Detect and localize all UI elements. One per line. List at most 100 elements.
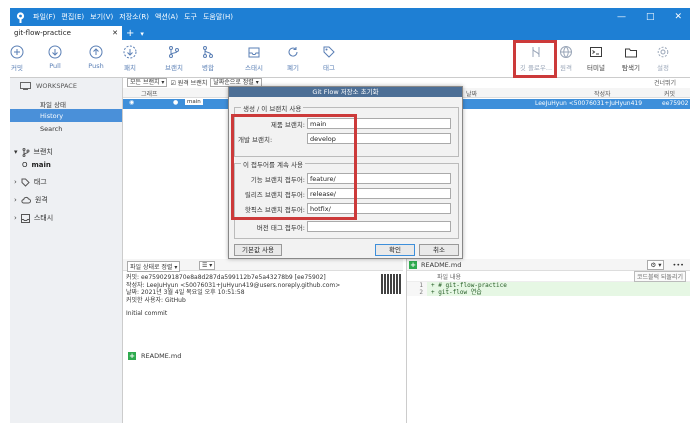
commit-author-line: 작성자: LeeJuHyun <50076031+JuHyun419@users… — [126, 281, 341, 289]
sidebar-section-tags[interactable]: › 태그 — [10, 171, 122, 189]
commit-message: Initial commit — [126, 310, 168, 317]
settings-label: 설정 — [657, 64, 669, 72]
workspace-header: WORKSPACE — [20, 82, 114, 90]
current-branch-marker: O — [22, 161, 28, 169]
cancel-button[interactable]: 취소 — [419, 244, 459, 256]
show-remote-label: 원격 브랜치 — [177, 80, 208, 87]
show-remote-checkbox[interactable]: ☑ 원격 브랜치 — [170, 78, 207, 88]
menu-view[interactable]: 보기(V) — [90, 12, 113, 22]
stash-label: 스태시 — [245, 64, 263, 72]
pull-button[interactable]: Pull — [35, 45, 75, 70]
version-tag-prefix-label: 버전 태그 접두어: — [256, 223, 305, 232]
changed-file-item[interactable]: + README.md — [128, 352, 181, 360]
use-defaults-button[interactable]: 기본값 사용 — [234, 244, 282, 256]
diff-header: + README.md ⚙ ▾ ••• — [407, 259, 690, 271]
diff-actions: ⚙ ▾ ••• — [647, 259, 684, 270]
fetch-label: 패치 — [124, 64, 136, 72]
sidebar-item-search[interactable]: Search — [10, 122, 122, 135]
sidebar-section-stashes[interactable]: › 스태시 — [10, 207, 122, 225]
sidebar-section-label: 원격 — [34, 196, 48, 204]
skip-label: 건너뛰기 — [654, 80, 677, 87]
menu-help[interactable]: 도움말(H) — [203, 12, 233, 22]
more-options-icon[interactable]: ••• — [672, 261, 684, 269]
tab-close-icon[interactable]: ✕ — [112, 29, 118, 37]
col-date[interactable]: 날짜 — [466, 89, 477, 98]
menu-tools[interactable]: 도구 — [184, 12, 197, 22]
maximize-icon[interactable]: □ — [646, 12, 655, 22]
ok-button[interactable]: 확인 — [375, 244, 415, 256]
chevron-right-icon: › — [14, 214, 17, 222]
file-sort-select[interactable]: 파일 상태로 정렬 ▾ — [127, 261, 181, 272]
line-text: + # git-flow-practice — [427, 282, 690, 289]
file-sort-value: 파일 상태로 정렬 — [130, 264, 173, 271]
changed-file-name: README.md — [141, 352, 182, 360]
list-view-select[interactable]: ☰ ▾ — [199, 261, 216, 270]
title-bar: 파일(F) 편집(E) 보기(V) 저장소(R) 액션(A) 도구 도움말(H)… — [10, 8, 690, 26]
version-tag-prefix-row: 버전 태그 접두어: — [237, 221, 451, 232]
commit-hash: ee75902 — [662, 100, 689, 107]
monitor-icon — [20, 82, 31, 90]
line-number: 1 — [407, 282, 427, 289]
tag-button[interactable]: 태그 — [309, 45, 349, 72]
fetch-button[interactable]: 패치 — [110, 45, 150, 72]
sidebar-item-history[interactable]: History — [10, 109, 122, 122]
sidebar-item-file-status[interactable]: 파일 상태 — [10, 96, 122, 109]
toolbar: 커밋 Pull Push 패치 브랜치 병합 스태시 폐기 태그 깃 플로우..… — [10, 40, 690, 78]
commit-author: LeeJuHyun <50076031+JuHyun419 — [535, 100, 643, 107]
new-tab-button[interactable]: + — [126, 28, 134, 40]
commit-dot-icon: ◉ — [129, 99, 135, 106]
branch-icon — [22, 147, 30, 157]
diff-lines: 1 + # git-flow-practice 2 + git-flow 연습 — [407, 282, 690, 296]
menu-repository[interactable]: 저장소(R) — [119, 12, 149, 22]
window-controls: — □ ✕ — [617, 8, 682, 26]
remote-label: 원격 — [560, 64, 572, 72]
menu-file[interactable]: 파일(F) — [33, 12, 55, 22]
discard-button[interactable]: 폐기 — [273, 45, 313, 72]
sidebar-section-label: 브랜치 — [33, 148, 53, 156]
sidebar-section-branches[interactable]: ▾ 브랜치 — [10, 141, 122, 159]
merge-button[interactable]: 병합 — [188, 45, 228, 72]
branch-icon — [169, 46, 179, 58]
settings-button[interactable]: 설정 — [643, 45, 683, 72]
hunk-label: 파일 내용 — [437, 273, 461, 281]
arrow-down-circle-icon — [48, 45, 62, 59]
push-label: Push — [88, 62, 104, 70]
menu-edit[interactable]: 편집(E) — [61, 12, 84, 22]
diff-options-button[interactable]: ⚙ ▾ — [647, 259, 665, 270]
sidebar-section-remotes[interactable]: › 원격 — [10, 189, 122, 207]
minimize-icon[interactable]: — — [617, 12, 626, 22]
version-tag-prefix-input[interactable] — [307, 221, 451, 232]
chevron-right-icon: › — [14, 196, 17, 204]
terminal-button[interactable]: 터미널 — [576, 45, 616, 72]
globe-icon — [560, 46, 572, 58]
file-added-icon: + — [409, 260, 417, 269]
branch-filter-select[interactable]: 모든 브랜치 ▾ — [127, 78, 168, 87]
new-tab-group: + ▾ — [126, 28, 144, 40]
col-author[interactable]: 작성자 — [594, 89, 611, 98]
merge-icon — [203, 46, 213, 58]
sidebar-branch-main[interactable]: Omain — [10, 159, 122, 171]
tab-git-flow-practice[interactable]: git-flow-practice ✕ — [10, 26, 122, 40]
commit-button[interactable]: 커밋 — [0, 45, 37, 72]
git-flow-highlight — [513, 40, 557, 78]
close-icon[interactable]: ✕ — [674, 12, 682, 22]
sourcetree-logo-icon — [16, 11, 25, 23]
tab-menu-icon[interactable]: ▾ — [140, 28, 144, 40]
list-icon: ☰ — [202, 262, 208, 269]
terminal-label: 터미널 — [587, 64, 605, 72]
menu-actions[interactable]: 액션(A) — [155, 12, 178, 22]
line-number: 2 — [407, 289, 427, 296]
branch-name: main — [31, 161, 51, 169]
stash-button[interactable]: 스태시 — [234, 45, 274, 72]
pull-label: Pull — [49, 62, 61, 70]
col-commit[interactable]: 커밋 — [664, 89, 675, 98]
sort-value: 날짜순으로 정렬 — [213, 79, 254, 86]
sidebar-section-label: 태그 — [33, 178, 47, 186]
discard-icon — [288, 47, 298, 57]
file-status-bar: 파일 상태로 정렬 ▾ ☰ ▾ — [123, 259, 403, 272]
arrow-up-circle-icon — [89, 45, 103, 59]
revert-hunk-button[interactable]: 코드블럭 되돌리기 — [633, 270, 686, 282]
col-graph[interactable]: 그래프 — [141, 89, 158, 98]
tag-icon — [21, 178, 30, 187]
head-dot-icon: ● — [173, 99, 179, 106]
